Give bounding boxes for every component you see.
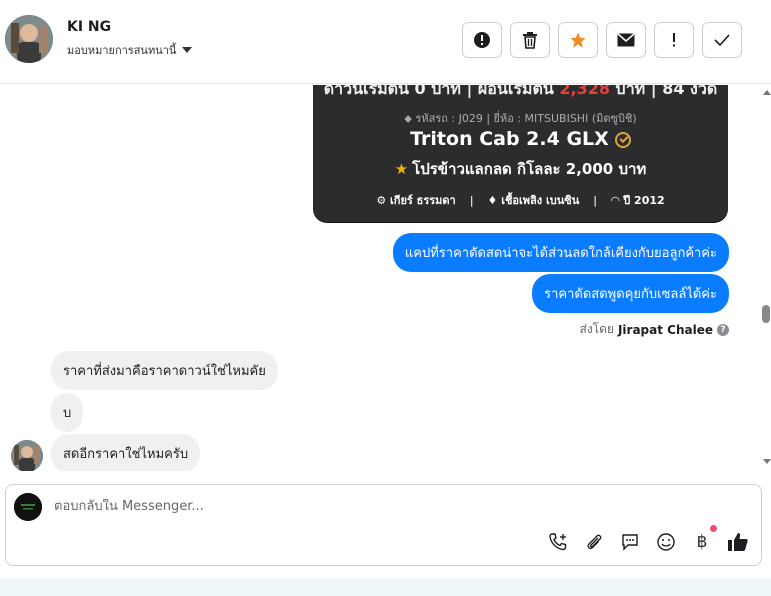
- fuel-drop-icon: ♦: [487, 194, 498, 207]
- trash-icon: [523, 32, 537, 49]
- chat-bubble-icon: [622, 534, 638, 551]
- attach-button[interactable]: [583, 531, 605, 553]
- car-specs: ⚙ เกียร์ ธรรมดา | ♦ เชื้อเพลิง เบนซิน | …: [313, 191, 728, 209]
- car-meta: ⬥ รหัสรถ : J029 | ยี่ห้อ : MITSUBISHI (ม…: [313, 109, 728, 127]
- car-promo-text: โปรข้าวแลกลด กิโลละ 2,000 บาท: [412, 160, 647, 178]
- car-listing-card[interactable]: ดาวน์เริ่มต้น 0 บาท | ผ่อนเริ่มต้น 2,328…: [313, 85, 728, 222]
- paperclip-icon: [587, 534, 602, 550]
- star-button[interactable]: [558, 22, 598, 58]
- scroll-up-arrow[interactable]: [763, 90, 771, 95]
- conversation-header: KI NG มอบหมายการสนทนานี้: [0, 0, 771, 84]
- reply-input[interactable]: [54, 499, 554, 514]
- like-button[interactable]: [727, 531, 749, 553]
- bottom-strip: [0, 578, 771, 596]
- sender-avatar[interactable]: [11, 440, 43, 471]
- mark-unread-button[interactable]: [606, 22, 646, 58]
- notification-dot: [710, 525, 717, 532]
- incoming-message[interactable]: บ: [51, 393, 84, 432]
- price-prefix: ดาวน์เริ่มต้น 0 บาท | ผ่อนเริ่มต้น: [323, 85, 560, 98]
- baht-icon: ฿: [696, 532, 708, 552]
- car-promo: ★ โปรข้าวแลกลด กิโลละ 2,000 บาท: [313, 157, 728, 181]
- price-suffix: บาท | 84 งวด: [609, 85, 718, 98]
- thumbs-up-icon: [728, 533, 748, 551]
- scroll-down-arrow[interactable]: [763, 459, 771, 464]
- incoming-message[interactable]: ราคาที่ส่งมาคือราคาดาวน์ใช่ไหมคัย: [51, 351, 278, 390]
- monthly-price: 2,328: [559, 85, 610, 98]
- car-model: Triton Cab 2.4 GLX: [313, 128, 728, 150]
- alert-circle-icon: [474, 32, 490, 48]
- star-icon: [570, 32, 586, 48]
- gear-icon: ⚙: [376, 194, 387, 207]
- mark-done-button[interactable]: [702, 22, 742, 58]
- car-year: ปี 2012: [623, 194, 665, 207]
- header-toolbar: [462, 22, 742, 58]
- message-thread[interactable]: ดาวน์เริ่มต้น 0 บาท | ผ่อนเริ่มต้น 2,328…: [0, 85, 771, 471]
- call-button[interactable]: [547, 531, 569, 553]
- divider: |: [469, 194, 474, 207]
- outgoing-message[interactable]: แคปที่ราคาดัดสดน่าจะได้ส่วนลดใกล้เคียงกั…: [392, 233, 729, 272]
- phone-plus-icon: [549, 533, 567, 551]
- caret-down-icon: [182, 47, 193, 53]
- assign-conversation-dropdown[interactable]: มอบหมายการสนทนานี้: [67, 41, 193, 59]
- delete-button[interactable]: [510, 22, 550, 58]
- user-name[interactable]: KI NG: [67, 19, 111, 35]
- star-icon: ★: [394, 160, 409, 178]
- sender-name: Jirapat Chalee: [617, 322, 713, 337]
- messenger-inbox: KI NG มอบหมายการสนทนานี้ ดาวน์เริ่มต้น 0…: [0, 0, 771, 596]
- mark-spam-button[interactable]: [462, 22, 502, 58]
- sent-by-label: ส่งโดย Jirapat Chalee ?: [579, 320, 729, 339]
- tag-icon: ⬥: [404, 112, 412, 125]
- exclamation-icon: [673, 33, 675, 47]
- car-model-text: Triton Cab 2.4 GLX: [410, 128, 609, 150]
- follow-up-button[interactable]: [654, 22, 694, 58]
- assign-label: มอบหมายการสนทนานี้: [67, 44, 177, 57]
- car-price-line: ดาวน์เริ่มต้น 0 บาท | ผ่อนเริ่มต้น 2,328…: [313, 85, 728, 102]
- help-icon[interactable]: ?: [717, 323, 729, 336]
- payment-button[interactable]: ฿: [691, 525, 717, 553]
- saved-replies-button[interactable]: [619, 531, 641, 553]
- composer-toolbar: ฿: [533, 525, 749, 553]
- check-icon: [714, 34, 730, 46]
- verified-check-icon: [614, 131, 631, 148]
- emoji-button[interactable]: [655, 531, 677, 553]
- message-composer: ฿: [5, 484, 762, 566]
- page-avatar: [14, 493, 42, 521]
- car-meta-text: รหัสรถ : J029 | ยี่ห้อ : MITSUBISHI (มิต…: [415, 112, 637, 125]
- sent-by-prefix: ส่งโดย: [579, 322, 614, 336]
- envelope-icon: [617, 33, 635, 47]
- car-gear: เกียร์ ธรรมดา: [390, 194, 456, 207]
- user-avatar[interactable]: [5, 15, 53, 63]
- scrollbar-thumb[interactable]: [762, 305, 770, 323]
- incoming-message[interactable]: สดอีกราคาใช่ไหมครับ: [51, 434, 201, 471]
- gauge-icon: ◠: [610, 194, 620, 207]
- emoji-icon: [657, 533, 675, 551]
- outgoing-message[interactable]: ราคาดัดสดพูดคุยกับเซลล์ได้ค่ะ: [532, 274, 729, 313]
- divider: |: [593, 194, 598, 207]
- car-fuel: เชื้อเพลิง เบนซิน: [501, 194, 580, 207]
